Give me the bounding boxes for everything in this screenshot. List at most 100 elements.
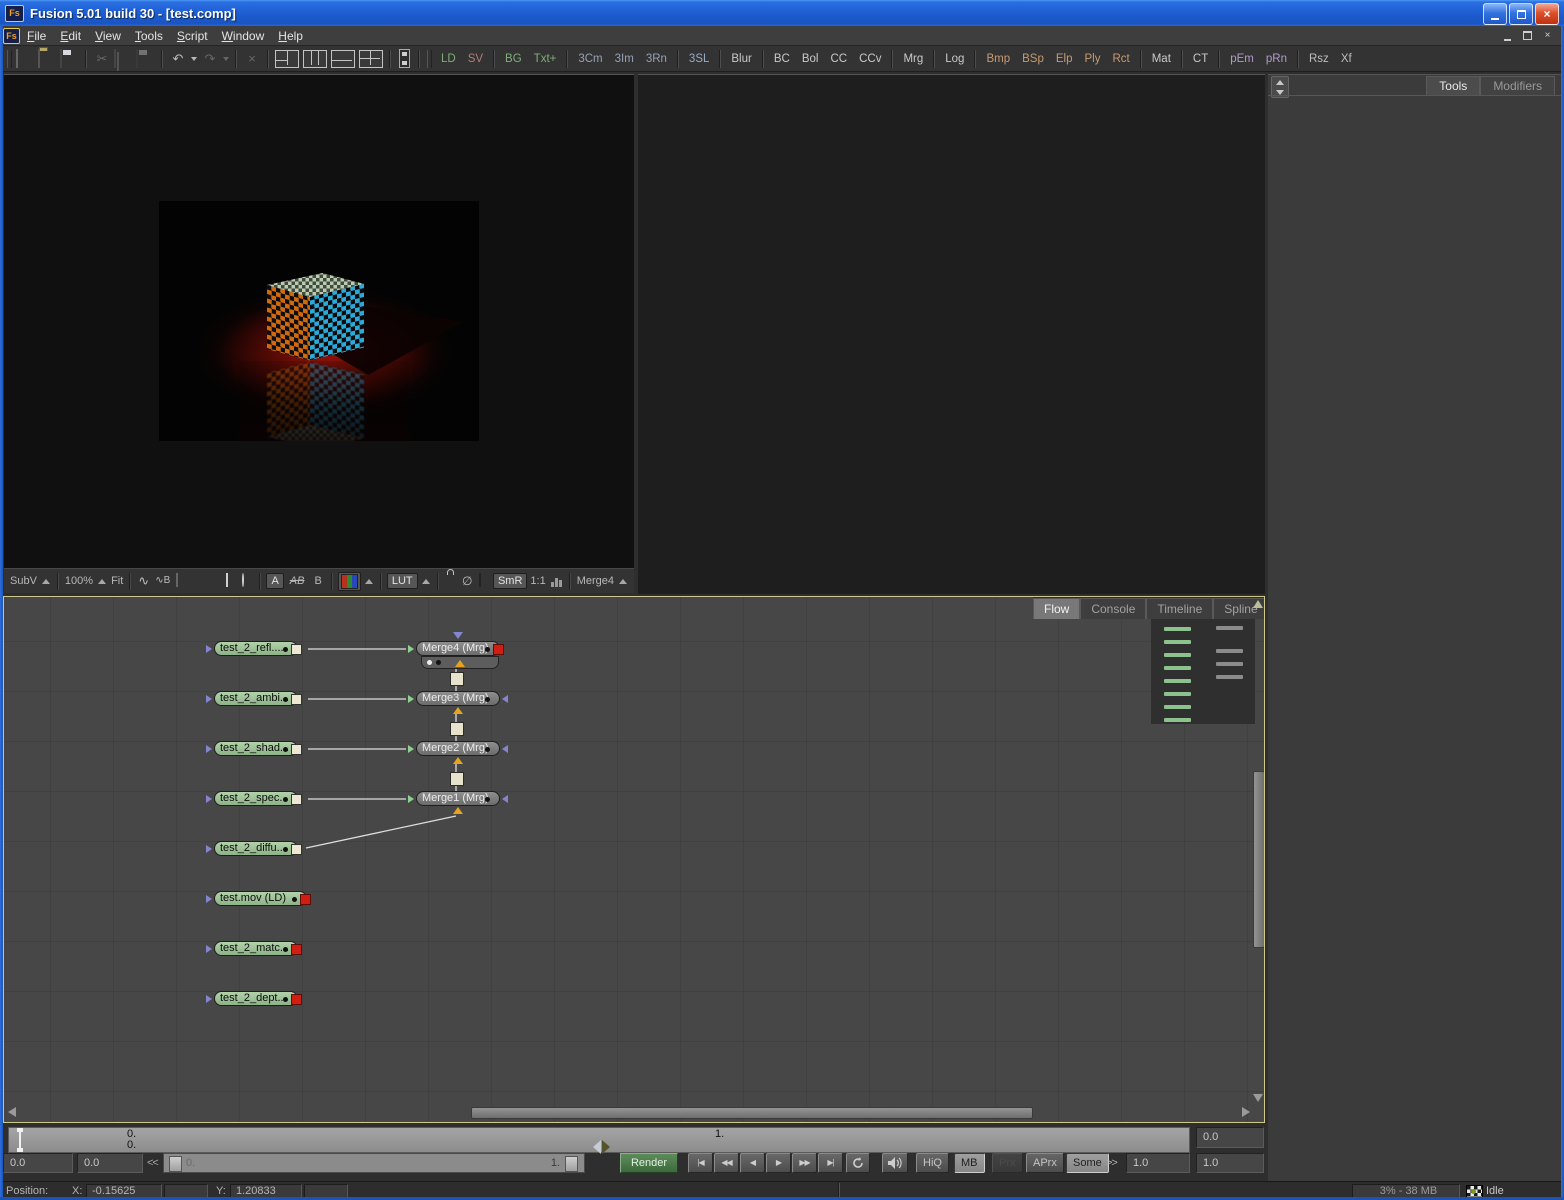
collapse-range-button[interactable]: << bbox=[147, 1157, 158, 1169]
new-comp-button[interactable] bbox=[16, 50, 36, 68]
subview-dropdown-icon[interactable] bbox=[42, 579, 50, 584]
node-test-2-ambi[interactable]: test_2_ambi... bbox=[214, 691, 298, 706]
node-output-port[interactable] bbox=[291, 694, 302, 705]
tab-timeline[interactable]: Timeline bbox=[1146, 598, 1213, 619]
tool-shortcut-prn[interactable]: pRn bbox=[1260, 53, 1293, 65]
tool-shortcut-bmp[interactable]: Bmp bbox=[980, 53, 1016, 65]
rectangle-tool-icon[interactable] bbox=[226, 574, 236, 588]
step-back-button[interactable]: ◀ bbox=[740, 1153, 765, 1173]
undo-button[interactable]: ↶ bbox=[168, 50, 188, 68]
layout-2-button[interactable] bbox=[303, 50, 327, 68]
one-to-one-button[interactable]: 1:1 bbox=[528, 575, 547, 587]
toggle-hiq[interactable]: HiQ bbox=[916, 1153, 949, 1173]
menu-view[interactable]: View bbox=[88, 27, 128, 45]
layout-1-button[interactable] bbox=[275, 50, 299, 68]
smooth-resize-button[interactable]: SmR bbox=[493, 573, 527, 589]
tab-modifiers[interactable]: Modifiers bbox=[1480, 76, 1555, 95]
node-merge3[interactable]: Merge3 (Mrg) bbox=[416, 691, 500, 706]
flow-scroll-up-icon[interactable] bbox=[1253, 600, 1263, 608]
tool-shortcut-bg[interactable]: BG bbox=[499, 53, 528, 65]
playhead[interactable] bbox=[19, 1128, 21, 1152]
node-output-port[interactable] bbox=[300, 894, 311, 905]
node-test-2-shad[interactable]: test_2_shad... bbox=[214, 741, 298, 756]
tool-shortcut-bc[interactable]: BC bbox=[768, 53, 796, 65]
child-minimize-button[interactable] bbox=[1499, 28, 1516, 43]
connection-junction[interactable] bbox=[450, 672, 464, 686]
line-tool-icon[interactable] bbox=[193, 574, 203, 588]
tool-shortcut-pem[interactable]: pEm bbox=[1224, 53, 1260, 65]
time-ruler[interactable]: 0. 0. 1. bbox=[8, 1127, 1190, 1153]
range-end-handle[interactable] bbox=[565, 1156, 578, 1172]
bspline-tool-icon[interactable]: ∿B bbox=[155, 574, 170, 588]
go-start-button[interactable]: |◀ bbox=[688, 1153, 713, 1173]
fit-button[interactable]: Fit bbox=[109, 575, 125, 587]
node-output-port[interactable] bbox=[291, 844, 302, 855]
range-slider[interactable]: 0. 1. bbox=[163, 1153, 585, 1173]
tool-shortcut-txt+[interactable]: Txt+ bbox=[528, 53, 563, 65]
channel-ab-button[interactable]: AB bbox=[286, 574, 309, 588]
lut-button[interactable]: LUT bbox=[387, 573, 418, 589]
node-output-port[interactable] bbox=[493, 644, 504, 655]
undo-dropdown-icon[interactable] bbox=[191, 57, 197, 61]
child-close-button[interactable]: × bbox=[1539, 28, 1556, 43]
zoom-level[interactable]: 100% bbox=[63, 575, 95, 587]
global-end-field[interactable]: 0.0 bbox=[77, 1153, 143, 1173]
save-comp-button[interactable] bbox=[60, 50, 80, 68]
tool-shortcut-blur[interactable]: Blur bbox=[725, 53, 757, 65]
toggle-mb[interactable]: MB bbox=[954, 1153, 985, 1173]
menu-help[interactable]: Help bbox=[271, 27, 310, 45]
node-test-2-spec[interactable]: test_2_spec... bbox=[214, 791, 298, 806]
rgb-channels-button[interactable] bbox=[338, 572, 361, 591]
rgb-dropdown-icon[interactable] bbox=[365, 579, 373, 584]
tool-shortcut-ccv[interactable]: CCv bbox=[853, 53, 887, 65]
tool-shortcut-elp[interactable]: Elp bbox=[1050, 53, 1079, 65]
tab-console[interactable]: Console bbox=[1080, 598, 1146, 619]
node-output-port[interactable] bbox=[291, 644, 302, 655]
toggle-aprx[interactable]: APrx bbox=[1026, 1153, 1064, 1173]
flow-scroll-right-icon[interactable] bbox=[1242, 1107, 1250, 1117]
node-test-2-diffu[interactable]: test_2_diffu... bbox=[214, 841, 298, 856]
tool-shortcut-3im[interactable]: 3Im bbox=[609, 53, 640, 65]
menu-window[interactable]: Window bbox=[215, 27, 272, 45]
node-test-2-refl[interactable]: test_2_refl.... bbox=[214, 641, 298, 656]
tools-drag-handle[interactable] bbox=[427, 50, 432, 68]
restore-button[interactable] bbox=[1509, 3, 1533, 25]
flow-scroll-down-icon[interactable] bbox=[1253, 1094, 1263, 1102]
node-output-port[interactable] bbox=[291, 994, 302, 1005]
channel-b-button[interactable]: B bbox=[310, 574, 325, 588]
speed-field-2[interactable]: 1.0 bbox=[1196, 1153, 1264, 1173]
child-restore-button[interactable] bbox=[1519, 28, 1536, 43]
view-selector[interactable]: Merge4 bbox=[575, 575, 616, 587]
tool-shortcut-log[interactable]: Log bbox=[939, 53, 970, 65]
flow-scroll-left-icon[interactable] bbox=[8, 1107, 16, 1117]
menu-edit[interactable]: Edit bbox=[53, 27, 88, 45]
menu-tools[interactable]: Tools bbox=[128, 27, 170, 45]
tab-flow[interactable]: Flow bbox=[1033, 598, 1080, 619]
connection-junction[interactable] bbox=[450, 722, 464, 736]
tool-shortcut-ct[interactable]: CT bbox=[1187, 53, 1214, 65]
node-merge4[interactable]: Merge4 (Mrg) bbox=[416, 641, 500, 656]
flow-hscroll-thumb[interactable] bbox=[471, 1107, 1033, 1119]
subview-button[interactable]: SubV bbox=[8, 575, 39, 587]
tool-shortcut-rct[interactable]: Rct bbox=[1106, 53, 1135, 65]
channel-a-button[interactable]: A bbox=[266, 573, 283, 589]
toolbar-drag-handle[interactable] bbox=[7, 50, 12, 68]
tool-shortcut-bol[interactable]: Bol bbox=[796, 53, 825, 65]
node-output-port[interactable] bbox=[291, 794, 302, 805]
checker-underlay-icon[interactable] bbox=[479, 574, 489, 588]
tool-shortcut-mat[interactable]: Mat bbox=[1146, 53, 1177, 65]
tool-shortcut-3sl[interactable]: 3SL bbox=[683, 53, 715, 65]
tool-shortcut-xf[interactable]: Xf bbox=[1335, 53, 1358, 65]
tool-shortcut-3cm[interactable]: 3Cm bbox=[572, 53, 608, 65]
render-end-field[interactable]: 0.0 bbox=[1196, 1127, 1264, 1148]
view-selector-dropdown-icon[interactable] bbox=[619, 579, 627, 584]
play-button[interactable]: ▶ bbox=[766, 1153, 791, 1173]
open-comp-button[interactable] bbox=[38, 50, 58, 68]
tool-shortcut-mrg[interactable]: Mrg bbox=[897, 53, 929, 65]
tab-tools[interactable]: Tools bbox=[1426, 76, 1480, 95]
go-end-button[interactable]: ▶| bbox=[818, 1153, 843, 1173]
tool-shortcut-ld[interactable]: LD bbox=[435, 53, 462, 65]
tool-shortcut-3rn[interactable]: 3Rn bbox=[640, 53, 673, 65]
close-button[interactable]: × bbox=[1535, 3, 1559, 25]
tool-shortcut-ply[interactable]: Ply bbox=[1078, 53, 1106, 65]
